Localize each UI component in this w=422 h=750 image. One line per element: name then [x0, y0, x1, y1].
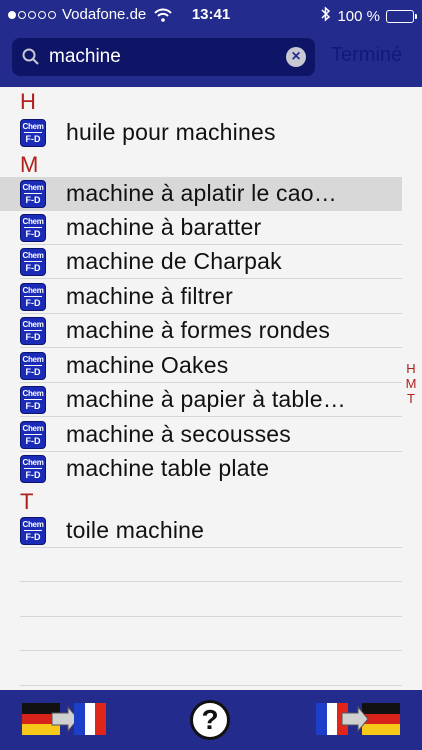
list-item-label: machine à secousses: [66, 421, 291, 447]
list-item-label: machine à formes rondes: [66, 317, 331, 343]
chem-dictionary-icon: Chem F-D: [20, 317, 46, 345]
list-item[interactable]: Chem F-D machine Oakes: [0, 349, 402, 383]
battery-percent: 100 %: [337, 7, 380, 25]
clear-search-icon[interactable]: ×: [286, 47, 306, 67]
status-bar: Vodafone.de 13:41 100 %: [0, 0, 422, 30]
bluetooth-icon: [321, 6, 331, 26]
chem-dictionary-icon: Chem F-D: [20, 352, 46, 380]
list-item-label: machine à papier à table…: [66, 386, 346, 412]
battery-icon: [386, 9, 417, 23]
list-item-label: machine table plate: [66, 455, 270, 481]
german-to-french-flag-icon[interactable]: [22, 703, 106, 735]
row-divider: [20, 650, 402, 651]
chem-dictionary-icon: Chem F-D: [20, 421, 46, 449]
list-item[interactable]: Chem F-D toile machine: [0, 514, 402, 548]
chem-dictionary-icon: Chem F-D: [20, 455, 46, 483]
search-query: machine: [49, 46, 121, 67]
chem-dictionary-icon: Chem F-D: [20, 386, 46, 414]
list-item-label: machine à aplatir le cao…: [66, 180, 337, 206]
results-list: H Chem F-D huile pour machines M Chem F-D …: [0, 87, 422, 690]
list-item[interactable]: Chem F-D huile pour machines: [0, 116, 402, 150]
bottom-toolbar: ?: [0, 690, 422, 750]
section-header-m: M: [20, 152, 39, 177]
list-item[interactable]: Chem F-D machine à secousses: [0, 418, 402, 452]
row-divider: [20, 685, 402, 686]
section-index-h[interactable]: H: [404, 361, 418, 376]
row-divider: [20, 581, 402, 582]
list-item-label: huile pour machines: [66, 119, 276, 145]
search-icon: [22, 48, 40, 71]
list-item-selected[interactable]: Chem F-D machine à aplatir le cao…: [0, 177, 402, 211]
chem-dictionary-icon: Chem F-D: [20, 517, 46, 545]
section-index-m[interactable]: M: [404, 376, 418, 391]
section-index-t[interactable]: T: [404, 391, 418, 406]
list-item[interactable]: Chem F-D machine à filtrer: [0, 280, 402, 314]
row-divider: [20, 616, 402, 617]
help-icon[interactable]: ?: [190, 700, 230, 740]
list-item[interactable]: Chem F-D machine à papier à table…: [0, 383, 402, 417]
list-item-label: machine de Charpak: [66, 248, 282, 274]
french-to-german-flag-icon[interactable]: [316, 703, 400, 735]
section-header-h: H: [20, 89, 36, 114]
list-item-label: machine à baratter: [66, 214, 262, 240]
chem-dictionary-icon: Chem F-D: [20, 283, 46, 311]
list-item[interactable]: Chem F-D machine de Charpak: [0, 245, 402, 279]
section-index[interactable]: H M T: [404, 361, 418, 406]
list-item[interactable]: Chem F-D machine table plate: [0, 452, 402, 486]
done-button[interactable]: Terminé: [331, 44, 402, 67]
list-item-label: machine à filtrer: [66, 283, 234, 309]
list-item-label: toile machine: [66, 517, 205, 543]
chem-dictionary-icon: Chem F-D: [20, 214, 46, 242]
search-input[interactable]: machine ×: [12, 38, 315, 76]
chem-dictionary-icon: Chem F-D: [20, 248, 46, 276]
chem-dictionary-icon: Chem F-D: [20, 180, 46, 208]
chem-dictionary-icon: Chem F-D: [20, 119, 46, 147]
list-item[interactable]: Chem F-D machine à baratter: [0, 211, 402, 245]
section-header-t: T: [20, 489, 34, 514]
list-item[interactable]: Chem F-D machine à formes rondes: [0, 314, 402, 348]
list-item-label: machine Oakes: [66, 352, 229, 378]
header: Vodafone.de 13:41 100 % machine × Termin…: [0, 0, 422, 87]
